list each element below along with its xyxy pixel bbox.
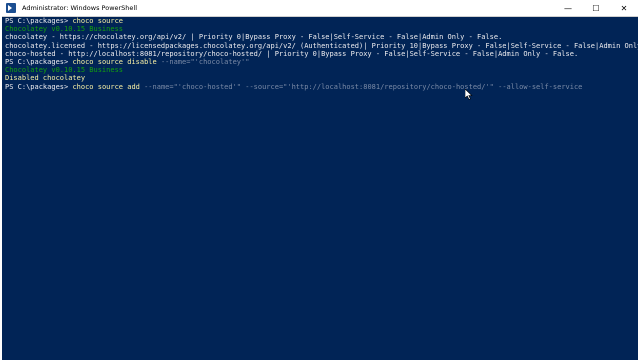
- terminal-line: Chocolatey v0.10.15 Business: [5, 66, 633, 74]
- window-controls: — ☐ ✕: [554, 0, 638, 16]
- terminal-text-segment: choco-hosted - http://localhost:8081/rep…: [5, 49, 579, 58]
- terminal-line: PS C:\packages> choco source: [5, 17, 633, 25]
- terminal-text-segment: --name="'choco-hosted'" --source="'http:…: [144, 82, 583, 91]
- terminal-text-segment: choco source add: [72, 82, 145, 91]
- maximize-button[interactable]: ☐: [582, 0, 610, 16]
- terminal-text-segment: PS C:\packages>: [5, 17, 73, 25]
- terminal-line: PS C:\packages> choco source disable --n…: [5, 58, 633, 66]
- close-button[interactable]: ✕: [610, 0, 638, 16]
- terminal-output[interactable]: PS C:\packages> choco source Chocolatey v…: [5, 17, 638, 357]
- terminal-line: Chocolatey v0.10.15 Business: [5, 25, 633, 33]
- terminal-line: Disabled chocolatey: [5, 74, 633, 82]
- minimize-button[interactable]: —: [554, 0, 582, 16]
- title-bar[interactable]: Administrator: Windows PowerShell — ☐ ✕: [2, 0, 638, 17]
- window-title: Administrator: Windows PowerShell: [22, 4, 138, 12]
- terminal-text-segment: Disabled chocolatey: [5, 74, 86, 83]
- terminal-line: PS C:\packages> choco source add --name=…: [5, 83, 633, 91]
- terminal-text-segment: choco source: [72, 17, 124, 25]
- terminal-text-segment: Chocolatey v0.10.15 Business: [5, 66, 124, 75]
- powershell-window: Administrator: Windows PowerShell — ☐ ✕ …: [2, 0, 638, 360]
- terminal-text-segment: choco source disable: [72, 57, 161, 66]
- terminal-text-segment: PS C:\packages>: [5, 82, 73, 91]
- terminal-text-segment: Chocolatey v0.10.15 Business: [5, 25, 124, 34]
- mouse-pointer-icon: [465, 89, 473, 100]
- powershell-icon: [6, 3, 16, 13]
- terminal-line: chocolatey - https://chocolatey.org/api/…: [5, 33, 633, 41]
- terminal-text-segment: --name="'chocolatey'": [160, 57, 250, 66]
- terminal-line: chocolatey.licensed - https://licensedpa…: [5, 42, 638, 50]
- terminal-text-segment: chocolatey.licensed - https://licensedpa…: [5, 41, 638, 50]
- terminal-text-segment: PS C:\packages>: [5, 57, 73, 66]
- terminal-text-segment: chocolatey - https://chocolatey.org/api/…: [5, 33, 503, 42]
- terminal-line: choco-hosted - http://localhost:8081/rep…: [5, 50, 633, 58]
